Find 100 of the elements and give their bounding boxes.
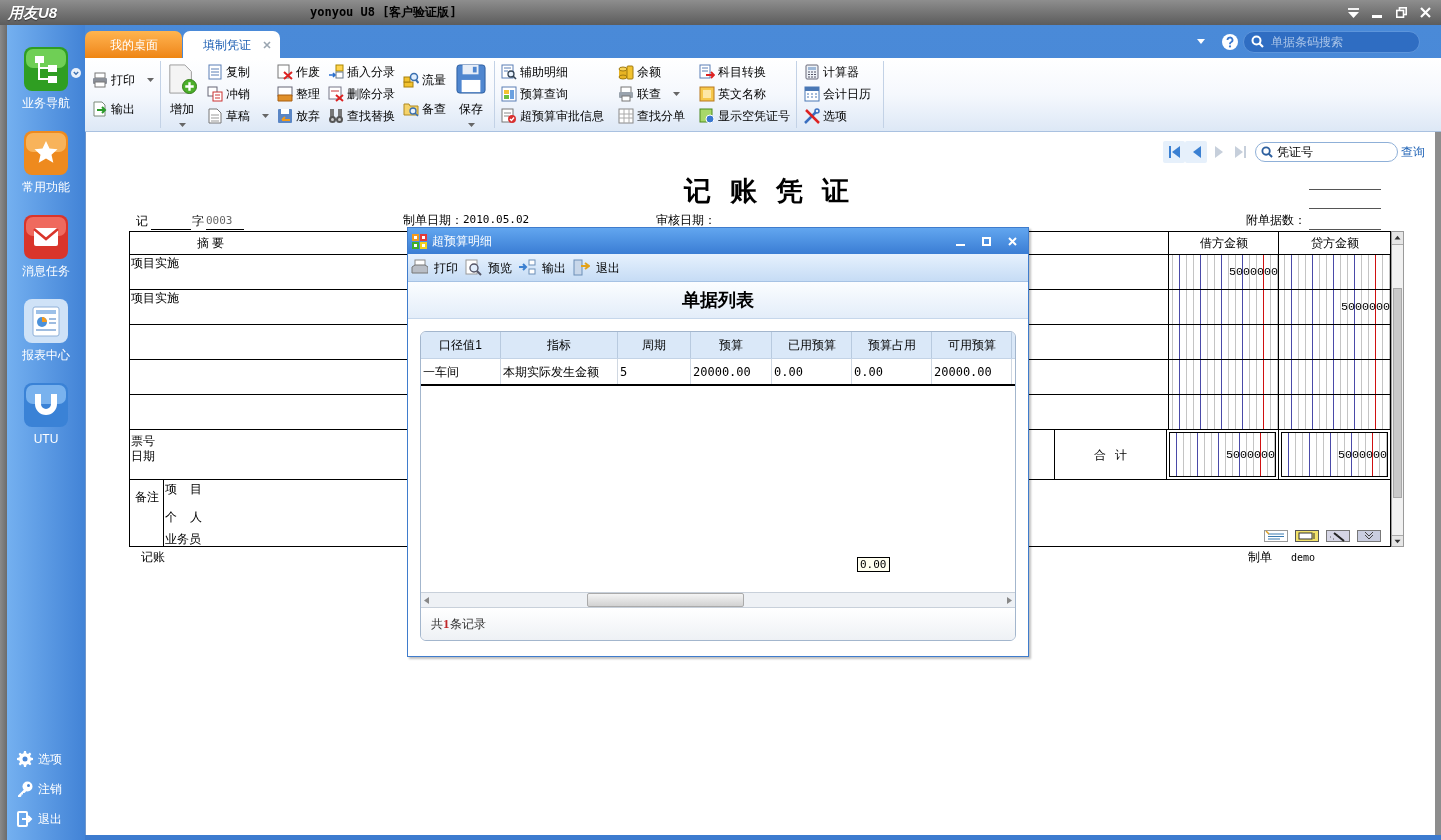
dialog-title: 超预算明细	[432, 233, 492, 250]
folder-search-icon	[403, 101, 419, 117]
help-button[interactable]	[1222, 33, 1238, 50]
field-label: 项 目	[165, 482, 203, 496]
toolbar-button[interactable]: 超预算审批信息	[501, 105, 604, 127]
tray-icon	[277, 86, 293, 102]
toolbar-button[interactable]: 增加	[165, 61, 199, 128]
restore-button[interactable]	[1394, 5, 1408, 20]
caret-icon	[1197, 39, 1205, 44]
toolbar-button[interactable]: 备查	[403, 98, 446, 120]
value-tooltip: 0.00	[857, 557, 890, 572]
toolbar-button[interactable]: 会计日历	[804, 83, 871, 105]
maximize-icon	[981, 236, 991, 246]
query-link[interactable]: 查询	[1401, 143, 1425, 161]
toolbar-button[interactable]: 插入分录	[328, 61, 395, 83]
minimize-icon	[955, 244, 965, 246]
arrow-blocks-icon	[519, 259, 536, 276]
close-icon[interactable]	[263, 40, 271, 49]
scrollbar-thumb[interactable]	[587, 593, 744, 607]
blocks-magnifier-icon	[403, 72, 419, 88]
field-label: 备注	[134, 490, 159, 504]
search-field[interactable]: 单据条码搜索	[1243, 30, 1420, 53]
exit-icon	[17, 811, 33, 827]
table-cell: 项目实施	[131, 256, 179, 270]
left-arrow-icon	[424, 596, 429, 604]
document-icon	[207, 108, 223, 124]
toolbar-button[interactable]: 删除分录	[328, 83, 395, 105]
column-header: 借方金额	[1169, 232, 1279, 254]
column-header: 贷方金额	[1309, 235, 1360, 252]
toolbar-button[interactable]: 草稿	[207, 105, 269, 127]
binoculars-icon	[328, 108, 344, 124]
toolbar-button[interactable]: 冲销	[207, 83, 269, 105]
first-record-button[interactable]	[1163, 141, 1185, 163]
toolbar-button[interactable]: 查找分单	[618, 105, 685, 127]
restore-icon	[1395, 7, 1407, 18]
toolbar-button[interactable]: 辅助明细	[501, 61, 604, 83]
toolbar-button[interactable]: 联查	[618, 83, 685, 105]
toolbar-button[interactable]: 打印	[92, 69, 154, 91]
key-icon	[17, 781, 33, 797]
toolbar-button[interactable]: 预览	[465, 256, 512, 279]
toolbar-button[interactable]: 输出	[519, 256, 566, 279]
next-icon	[1212, 146, 1224, 158]
field-label: 票号	[131, 434, 155, 449]
horizontal-scrollbar[interactable]	[421, 592, 1015, 608]
toolbar-button[interactable]: 放弃	[277, 105, 320, 127]
toolbar-button[interactable]: 退出	[573, 256, 620, 279]
search-icon	[1261, 146, 1273, 158]
search-icon	[1251, 34, 1264, 48]
tab[interactable]: 填制凭证	[183, 31, 280, 58]
search-field[interactable]: 凭证号	[1255, 142, 1398, 162]
column-header: 摘 要	[197, 236, 225, 250]
document-cross-icon	[328, 86, 344, 102]
menu-button[interactable]	[1346, 5, 1360, 20]
chevron-down-icon[interactable]	[1357, 530, 1381, 542]
toolbar-button[interactable]: 显示空凭证号	[699, 105, 790, 127]
toolbar-button[interactable]: 计算器	[804, 61, 871, 83]
toolbar-button[interactable]: 查找替换	[328, 105, 395, 127]
close-button[interactable]	[1418, 5, 1432, 20]
toolbar-button[interactable]: 预算查询	[501, 83, 604, 105]
field-label: 记账	[141, 549, 165, 566]
toolbar-button[interactable]: 作废	[277, 61, 320, 83]
coins-icon	[618, 64, 634, 80]
scrollbar-thumb[interactable]	[1393, 288, 1402, 498]
card-icon[interactable]	[1295, 530, 1319, 542]
grid-logo-icon	[412, 233, 427, 249]
list-icon[interactable]	[1264, 530, 1288, 542]
document-check-icon	[501, 108, 517, 124]
table-cell: 本期实际发生金额	[501, 359, 618, 384]
toolbar-button[interactable]: 打印	[411, 256, 458, 279]
app-logo: 用友U8	[8, 3, 58, 22]
table-cell: 20000.00	[691, 359, 772, 384]
first-icon	[1168, 146, 1180, 158]
toolbar-button[interactable]: 英文名称	[699, 83, 790, 105]
toolbar-button[interactable]: 选项	[804, 105, 871, 127]
pen-icon[interactable]	[1326, 530, 1350, 542]
vertical-scrollbar[interactable]	[1391, 231, 1404, 547]
toolbar-button[interactable]: 余额	[618, 61, 685, 83]
report-icon	[24, 299, 68, 343]
toolbar-button[interactable]: 输出	[92, 98, 154, 120]
table-cell: 0.00	[852, 359, 932, 384]
toolbar-button[interactable]: 科目转换	[699, 61, 790, 83]
toolbar-button[interactable]: 保存	[454, 61, 488, 128]
field-label: 日期	[131, 449, 155, 464]
field-value: demo	[1291, 550, 1316, 565]
voucher-type: 记	[136, 215, 148, 227]
toolbar-button[interactable]: 整理	[277, 83, 320, 105]
date-value: 2010.05.02	[463, 214, 530, 226]
column-header: 指标	[501, 332, 618, 358]
column-header: 口径值1	[421, 332, 501, 358]
table-cell: 20000.00	[932, 359, 1012, 384]
envelope-icon	[24, 215, 68, 259]
gear-icon	[17, 751, 33, 767]
field-label: 制单日期：	[403, 214, 463, 226]
previous-record-button[interactable]	[1185, 141, 1207, 163]
close-icon	[1419, 7, 1431, 18]
toolbar-button[interactable]: 复制	[207, 61, 269, 83]
printer-icon	[411, 259, 428, 276]
column-header: 可用预算	[932, 332, 1012, 358]
document-icon	[207, 64, 223, 80]
toolbar-button[interactable]: 流量	[403, 69, 446, 91]
